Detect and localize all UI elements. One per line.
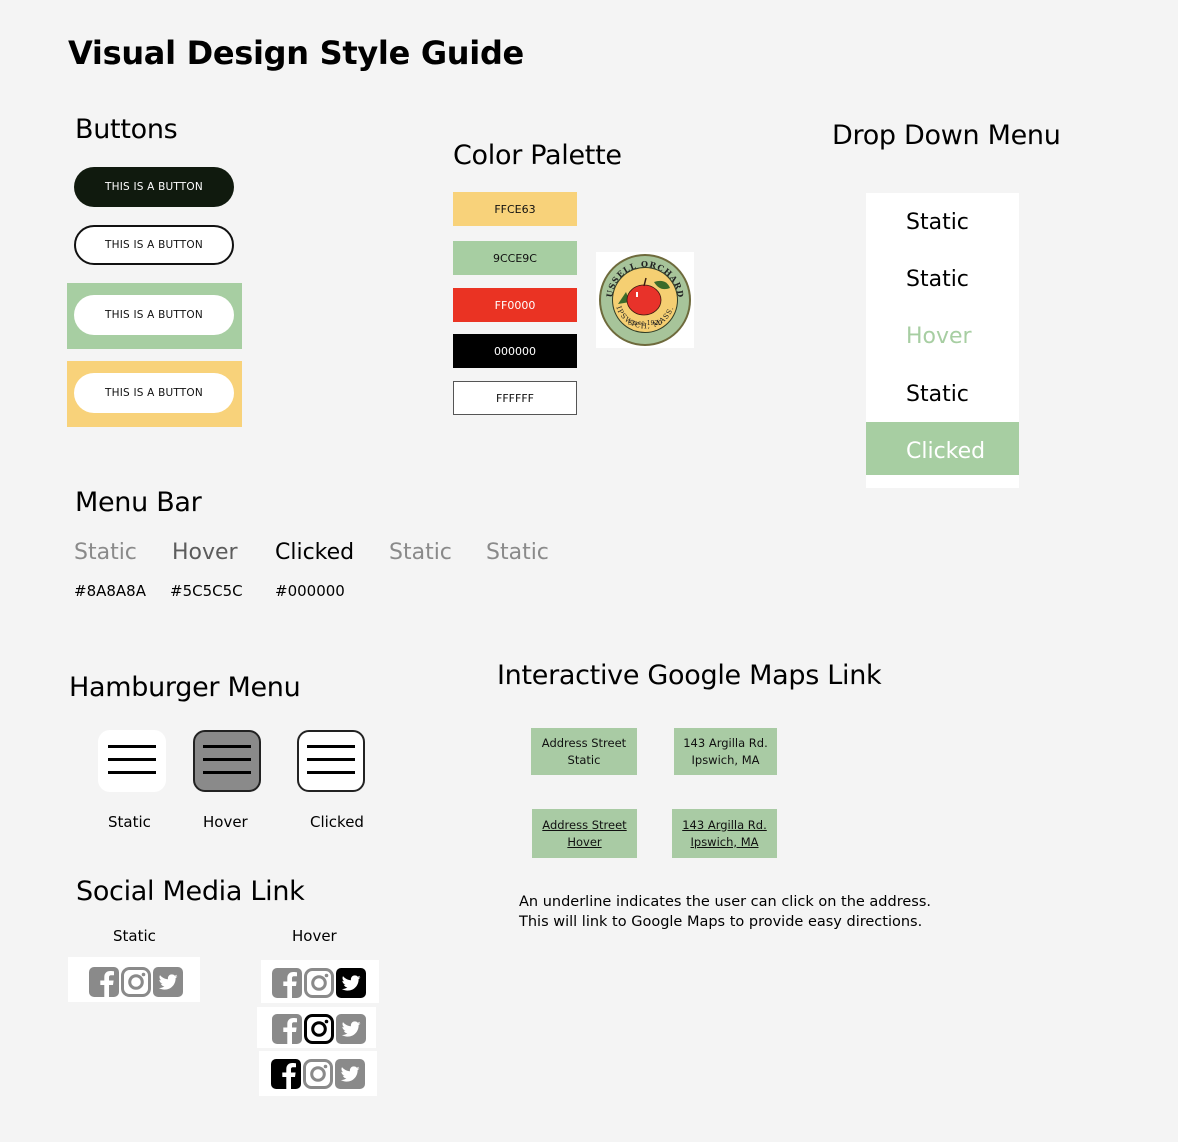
menu-bar-hex-static: #8A8A8A [74, 582, 146, 600]
dropdown-item-hover[interactable]: Hover [906, 324, 972, 349]
svg-text:Since 1920: Since 1920 [628, 320, 662, 327]
dropdown-item-static[interactable]: Static [906, 210, 969, 235]
facebook-icon[interactable] [272, 1014, 302, 1044]
dropdown-item-clicked[interactable]: Clicked [906, 439, 985, 464]
maps-note-line: This will link to Google Maps to provide… [519, 914, 923, 930]
palette-heading: Color Palette [453, 140, 622, 171]
map-label-line: Address Street [541, 735, 627, 750]
color-swatch-ffffff: FFFFFF [453, 381, 577, 415]
social-static-label: Static [113, 927, 156, 945]
hamburger-static[interactable] [98, 730, 166, 792]
hamburger-label-clicked: Clicked [310, 813, 364, 831]
map-label-hover: Address Street Hover [532, 809, 637, 858]
map-label-line: Hover [567, 834, 602, 849]
instagram-icon[interactable] [304, 1014, 334, 1044]
twitter-icon[interactable] [336, 1014, 366, 1044]
hamburger-label-static: Static [108, 813, 151, 831]
color-swatch-9cce9c: 9CCE9C [453, 241, 577, 275]
hamburger-heading: Hamburger Menu [69, 672, 301, 703]
menu-bar-item-hover[interactable]: Hover [172, 540, 238, 565]
color-swatch-ffce63: FFCE63 [453, 192, 577, 226]
map-label-static: Address Street Static [531, 728, 637, 775]
button-outline[interactable]: THIS IS A BUTTON [74, 225, 234, 265]
buttons-heading: Buttons [75, 114, 178, 145]
map-address-line: 143 Argilla Rd. [682, 817, 767, 832]
dropdown-item-static[interactable]: Static [906, 267, 969, 292]
menu-bar-item-static[interactable]: Static [389, 540, 452, 565]
map-address-hover-link[interactable]: 143 Argilla Rd. Ipswich, MA [672, 809, 777, 858]
facebook-icon[interactable] [271, 1059, 301, 1089]
color-swatch-000000: 000000 [453, 334, 577, 368]
facebook-icon[interactable] [89, 967, 119, 997]
menu-bar-hex-hover: #5C5C5C [170, 582, 243, 600]
hamburger-label-hover: Hover [203, 813, 248, 831]
color-swatch-ff0000: FF0000 [453, 288, 577, 322]
dropdown-heading: Drop Down Menu [832, 120, 1061, 151]
map-address-line: Ipswich, MA [690, 834, 759, 849]
map-address-line: 143 Argilla Rd. [683, 735, 768, 750]
facebook-icon[interactable] [272, 968, 302, 998]
menu-bar-item-static[interactable]: Static [74, 540, 137, 565]
social-heading: Social Media Link [76, 876, 305, 907]
map-address-line: Ipswich, MA [691, 752, 760, 767]
hamburger-hover[interactable] [193, 730, 261, 792]
dropdown-menu: Static Static Hover Static Clicked [866, 193, 1019, 488]
instagram-icon[interactable] [121, 967, 151, 997]
map-label-line: Address Street [542, 817, 627, 832]
hamburger-clicked[interactable] [297, 730, 365, 792]
maps-heading: Interactive Google Maps Link [497, 660, 882, 691]
social-hover-label: Hover [292, 927, 337, 945]
twitter-icon[interactable] [153, 967, 183, 997]
button-on-green[interactable]: THIS IS A BUTTON [74, 295, 234, 335]
instagram-icon[interactable] [304, 968, 334, 998]
maps-note: An underline indicates the user can clic… [519, 892, 931, 932]
button-on-yellow[interactable]: THIS IS A BUTTON [74, 373, 234, 413]
page-title: Visual Design Style Guide [68, 34, 524, 72]
button-dark[interactable]: THIS IS A BUTTON [74, 167, 234, 207]
menu-bar-item-static[interactable]: Static [486, 540, 549, 565]
menu-bar-item-clicked[interactable]: Clicked [275, 540, 354, 565]
instagram-icon[interactable] [303, 1059, 333, 1089]
dropdown-item-static[interactable]: Static [906, 382, 969, 407]
menu-bar-hex-clicked: #000000 [275, 582, 345, 600]
map-label-line: Static [567, 752, 601, 767]
map-address-static[interactable]: 143 Argilla Rd. Ipswich, MA [674, 728, 777, 775]
twitter-icon[interactable] [335, 1059, 365, 1089]
menu-bar-heading: Menu Bar [75, 487, 202, 518]
maps-note-line: An underline indicates the user can clic… [519, 894, 931, 910]
russell-orchards-logo: RUSSELL ORCHARDS IPSWICH, MASS. Since 19… [592, 244, 694, 348]
twitter-icon[interactable] [336, 968, 366, 998]
